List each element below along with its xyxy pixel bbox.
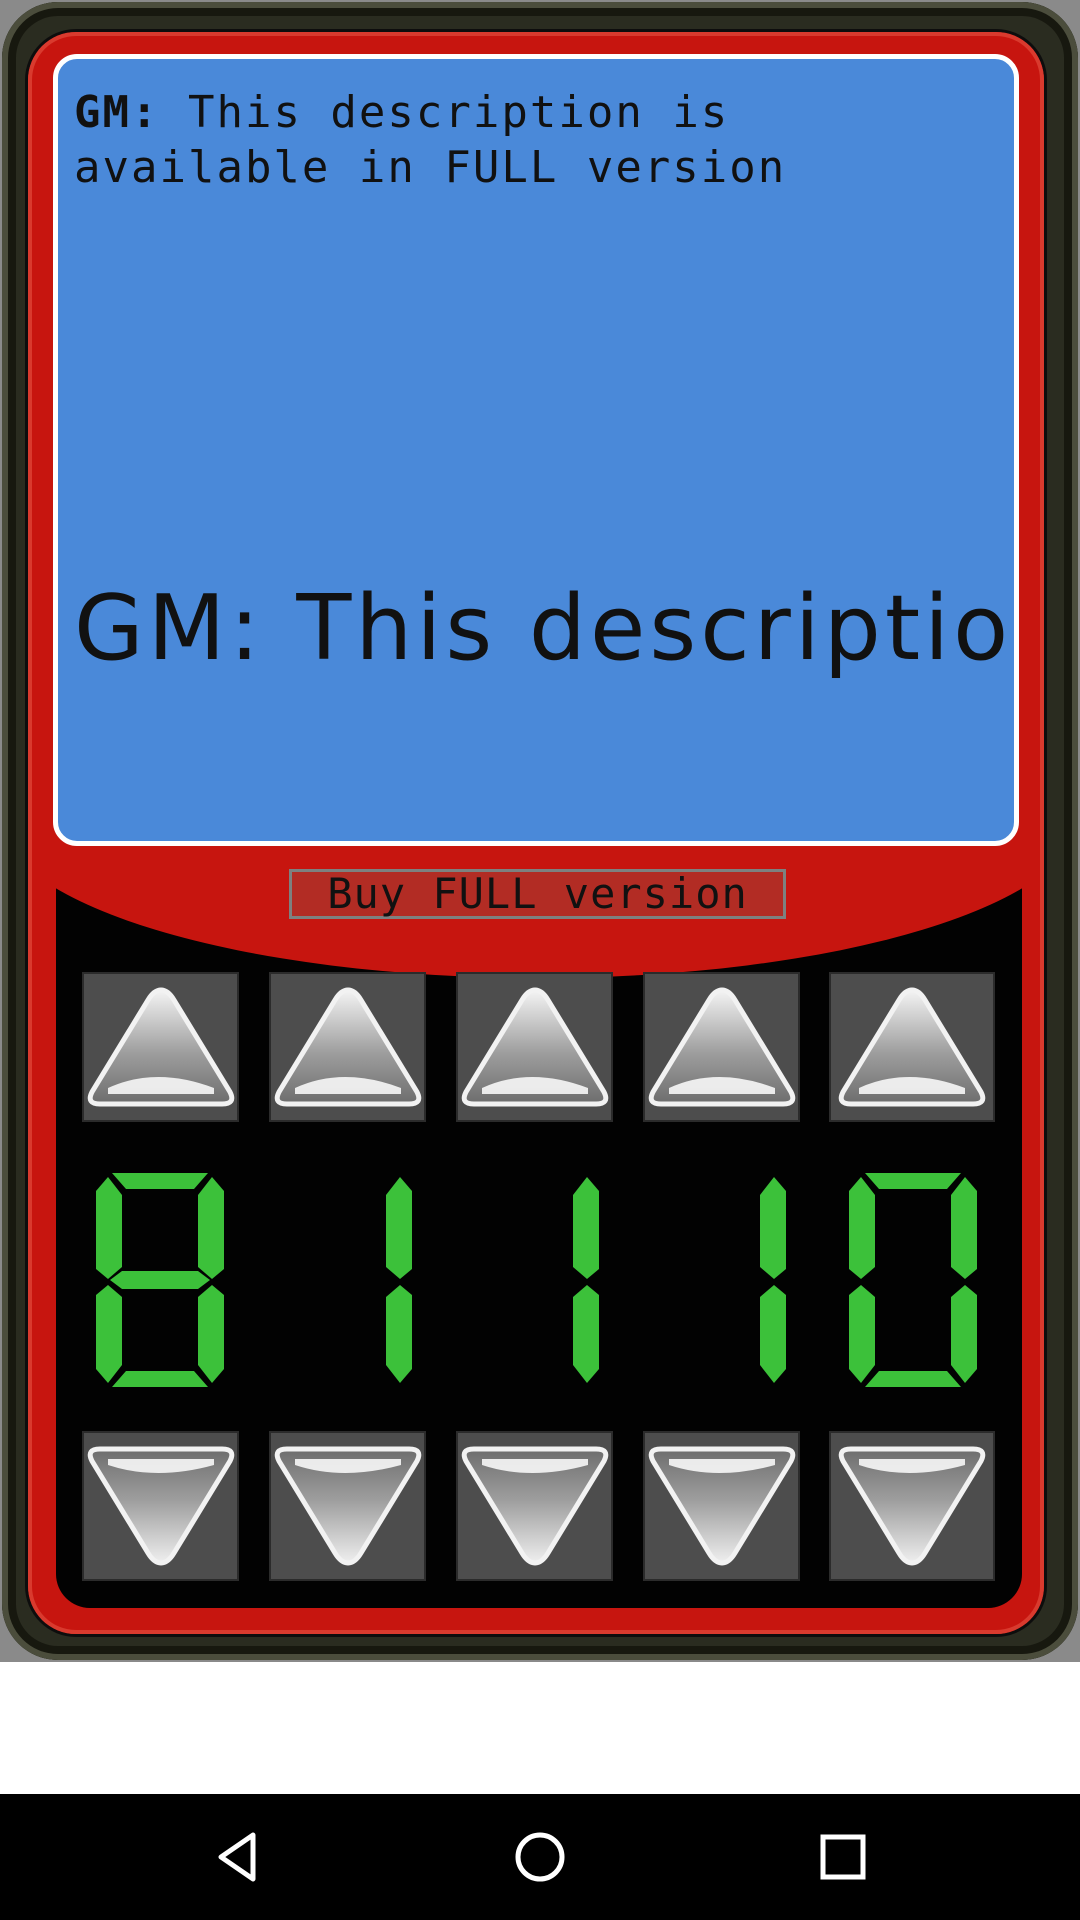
digit-5-display: 0 xyxy=(843,1165,983,1395)
recents-icon xyxy=(820,1834,866,1880)
digit-1-up-button[interactable] xyxy=(82,972,239,1122)
buy-full-version-button[interactable]: Buy FULL version xyxy=(289,869,786,919)
recents-button[interactable] xyxy=(808,1822,878,1892)
segment-d xyxy=(112,1371,208,1387)
description-screen: GM: This description is available in FUL… xyxy=(53,54,1019,846)
segment-f xyxy=(96,1177,122,1279)
triangle-down-icon xyxy=(460,1441,610,1571)
segment-c xyxy=(573,1285,599,1383)
segment-b xyxy=(573,1177,599,1279)
digit-1-display: 8 xyxy=(90,1165,230,1395)
segment-b xyxy=(386,1177,412,1279)
digit-4-up-button[interactable] xyxy=(643,972,800,1122)
triangle-up-icon xyxy=(647,982,797,1112)
segment-e xyxy=(96,1285,122,1383)
triangle-down-icon xyxy=(273,1441,423,1571)
segment-g xyxy=(110,1271,210,1289)
segment-f xyxy=(849,1177,875,1279)
device-shell: GM: This description is available in FUL… xyxy=(0,0,1080,1662)
description-body: This description is available in FULL ve… xyxy=(74,87,787,193)
digit-1-down-button[interactable] xyxy=(82,1431,239,1581)
segment-c xyxy=(386,1285,412,1383)
digit-3-up-button[interactable] xyxy=(456,972,613,1122)
segment-e xyxy=(849,1285,875,1383)
segment-c xyxy=(198,1285,224,1383)
triangle-down-icon xyxy=(647,1441,797,1571)
segment-d xyxy=(865,1371,961,1387)
segment-c xyxy=(951,1285,977,1383)
segment-b xyxy=(760,1177,786,1279)
triangle-up-icon xyxy=(460,982,610,1112)
digit-2-down-button[interactable] xyxy=(269,1431,426,1581)
home-button[interactable] xyxy=(505,1822,575,1892)
home-icon xyxy=(515,1832,565,1882)
back-icon xyxy=(218,1832,256,1882)
segment-b xyxy=(951,1177,977,1279)
triangle-down-icon xyxy=(86,1441,236,1571)
segment-c xyxy=(760,1285,786,1383)
digit-4-down-button[interactable] xyxy=(643,1431,800,1581)
digit-2-up-button[interactable] xyxy=(269,972,426,1122)
digit-5-up-button[interactable] xyxy=(829,972,995,1122)
back-button[interactable] xyxy=(202,1822,272,1892)
segment-a xyxy=(865,1173,961,1189)
triangle-up-icon xyxy=(86,982,236,1112)
triangle-down-icon xyxy=(837,1441,987,1571)
digit-3-down-button[interactable] xyxy=(456,1431,613,1581)
segment-a xyxy=(112,1173,208,1189)
triangle-up-icon xyxy=(837,982,987,1112)
system-navigation-bar xyxy=(0,1794,1080,1920)
description-text: GM: This description is available in FUL… xyxy=(74,85,994,195)
segment-b xyxy=(198,1177,224,1279)
digit-5-down-button[interactable] xyxy=(829,1431,995,1581)
digit-3-display: 1 xyxy=(465,1165,605,1395)
triangle-up-icon xyxy=(273,982,423,1112)
digit-2-display: 1 xyxy=(278,1165,418,1395)
scrolling-marquee: GM: This description is available in FUL… xyxy=(74,576,1019,681)
description-label: GM: xyxy=(74,87,160,138)
digit-4-display: 1 xyxy=(652,1165,792,1395)
